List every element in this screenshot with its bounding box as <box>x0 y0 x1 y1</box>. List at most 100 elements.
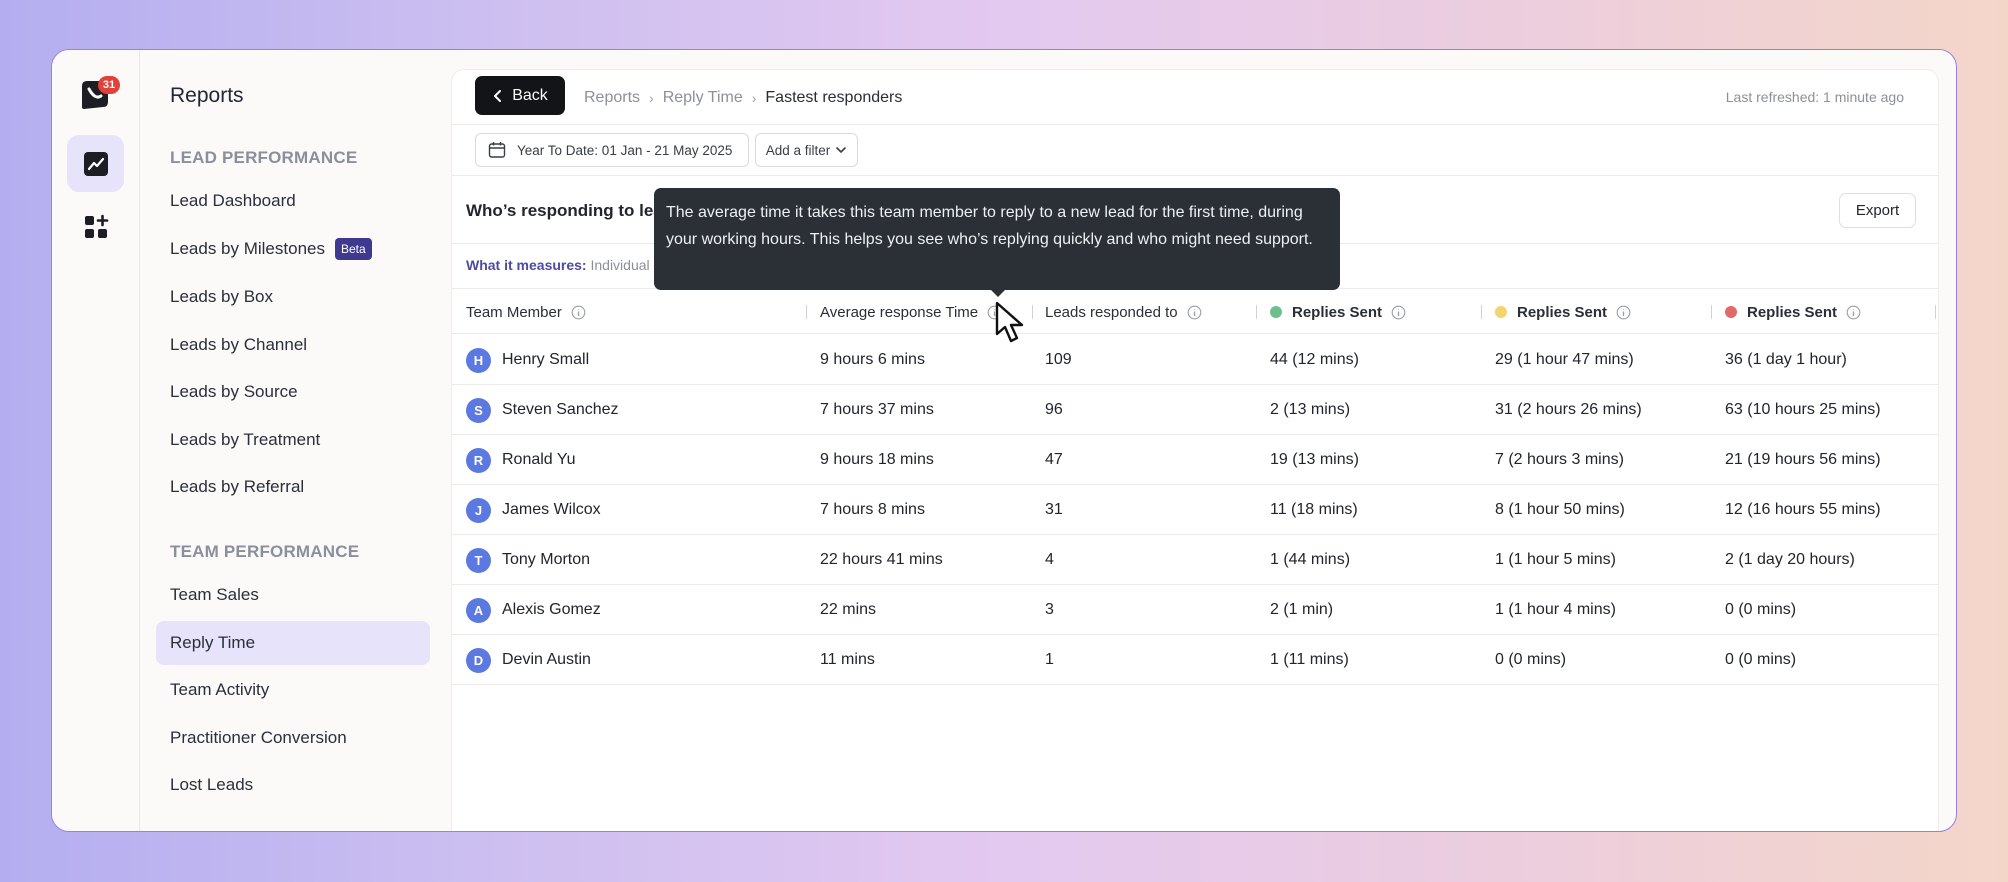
column-divider[interactable] <box>1711 305 1712 319</box>
replies-red-cell: 2 (1 day 20 hours) <box>1725 551 1855 568</box>
avg-response-cell: 22 mins <box>820 601 877 618</box>
member-name: James Wilcox <box>502 501 601 518</box>
app-window: 31 Reports LEAD PERFORMANCE Lead Dashboa… <box>51 49 1957 832</box>
sidebar-item-lost-leads[interactable]: Lost Leads <box>156 763 430 807</box>
info-icon[interactable] <box>1616 305 1631 320</box>
mouse-cursor-icon <box>995 301 1024 343</box>
replies-red-cell: 0 (0 mins) <box>1725 601 1797 618</box>
info-icon[interactable] <box>1391 305 1406 320</box>
replies-yellow-cell: 29 (1 hour 47 mins) <box>1495 351 1634 368</box>
breadcrumb-current: Fastest responders <box>765 88 903 106</box>
column-replies-sent-red[interactable]: Replies Sent <box>1725 289 1861 335</box>
column-label: Replies Sent <box>1292 303 1383 321</box>
table-row[interactable]: R Ronald Yu 9 hours 18 mins 47 19 (13 min… <box>452 435 1938 485</box>
sidebar-item-practitioner-conversion[interactable]: Practitioner Conversion <box>156 716 430 760</box>
member-name: Henry Small <box>502 351 590 368</box>
table-row[interactable]: S Steven Sanchez 7 hours 37 mins 96 2 (13… <box>452 385 1938 435</box>
table-header: Team Member Average response Time Leads … <box>452 288 1938 334</box>
replies-green-cell: 19 (13 mins) <box>1270 451 1359 468</box>
chevron-right-icon: › <box>649 89 654 106</box>
breadcrumb-reports[interactable]: Reports <box>584 89 640 107</box>
red-dot-icon <box>1725 306 1737 318</box>
replies-yellow-cell: 31 (2 hours 26 mins) <box>1495 401 1642 418</box>
member-name: Ronald Yu <box>502 451 576 468</box>
avg-response-cell: 22 hours 41 mins <box>820 551 943 568</box>
breadcrumb: Reports › Reply Time › Fastest responder… <box>584 70 902 125</box>
reports-sidebar: Reports LEAD PERFORMANCE Lead Dashboard … <box>140 50 440 831</box>
column-label: Leads responded to <box>1045 303 1178 321</box>
column-label: Replies Sent <box>1517 303 1608 321</box>
add-filter-label: Add a filter <box>765 142 831 158</box>
sidebar-item-leads-by-box[interactable]: Leads by Box <box>156 275 430 319</box>
tooltip-arrow <box>990 289 1006 297</box>
replies-red-cell: 36 (1 day 1 hour) <box>1725 351 1847 368</box>
column-replies-sent-yellow[interactable]: Replies Sent <box>1495 289 1631 335</box>
sidebar-item-leads-by-treatment[interactable]: Leads by Treatment <box>156 418 430 462</box>
column-divider[interactable] <box>806 305 807 319</box>
column-replies-sent-green[interactable]: Replies Sent <box>1270 289 1406 335</box>
replies-green-cell: 11 (18 mins) <box>1270 501 1358 518</box>
apps-nav-button[interactable] <box>67 198 124 255</box>
breadcrumb-reply-time[interactable]: Reply Time <box>663 89 743 107</box>
avatar: T <box>466 547 491 573</box>
chevron-left-icon <box>494 89 502 102</box>
back-button[interactable]: Back <box>475 76 565 115</box>
sidebar-item-team-activity[interactable]: Team Activity <box>156 668 430 712</box>
sidebar-item-label: Leads by Treatment <box>170 430 321 449</box>
date-range-button[interactable]: Year To Date: 01 Jan - 21 May 2025 <box>475 133 749 167</box>
sidebar-item-team-sales[interactable]: Team Sales <box>156 573 430 617</box>
table-row[interactable]: J James Wilcox 7 hours 8 mins 31 11 (18 m… <box>452 485 1938 535</box>
member-name: Devin Austin <box>502 651 591 668</box>
replies-yellow-cell: 8 (1 hour 50 mins) <box>1495 501 1625 518</box>
sidebar-item-label: Lead Dashboard <box>170 191 296 210</box>
add-filter-button[interactable]: Add a filter <box>755 133 858 167</box>
avatar: S <box>466 397 491 423</box>
table-row[interactable]: D Devin Austin 11 mins 1 1 (11 mins) 0 (0… <box>452 635 1938 685</box>
replies-yellow-cell: 7 (2 hours 3 mins) <box>1495 451 1624 468</box>
sidebar-item-leads-by-source[interactable]: Leads by Source <box>156 370 430 414</box>
sidebar-item-lead-dashboard[interactable]: Lead Dashboard <box>156 179 430 223</box>
replies-green-cell: 44 (12 mins) <box>1270 351 1359 368</box>
column-divider[interactable] <box>1256 305 1257 319</box>
sidebar-item-leads-by-milestones[interactable]: Leads by Milestones Beta <box>156 227 430 271</box>
section-team-performance: TEAM PERFORMANCE <box>170 542 360 561</box>
card-title: Who’s responding to leads <box>466 201 666 220</box>
column-average-response-time[interactable]: Average response Time <box>820 289 1002 335</box>
table-row[interactable]: H Henry Small 9 hours 6 mins 109 44 (12 m… <box>452 335 1938 385</box>
member-cell: A Alexis Gomez <box>466 585 601 635</box>
table-row[interactable]: T Tony Morton 22 hours 41 mins 4 1 (44 mi… <box>452 535 1938 585</box>
chart-icon <box>83 151 108 176</box>
leads-cell: 109 <box>1045 351 1072 368</box>
member-cell: T Tony Morton <box>466 535 590 585</box>
avg-response-cell: 7 hours 37 mins <box>820 401 934 418</box>
column-label: Average response Time <box>820 303 979 321</box>
avatar: J <box>466 497 491 523</box>
avatar: A <box>466 597 491 623</box>
green-dot-icon <box>1270 306 1282 318</box>
reports-nav-button[interactable] <box>67 135 124 192</box>
leads-cell: 1 <box>1045 651 1054 668</box>
export-button[interactable]: Export <box>1839 193 1916 228</box>
info-icon[interactable] <box>571 305 586 320</box>
replies-red-cell: 21 (19 hours 56 mins) <box>1725 451 1881 468</box>
last-refreshed: Last refreshed: 1 minute ago <box>1725 89 1904 105</box>
calendar-icon <box>488 142 506 158</box>
table-row[interactable]: A Alexis Gomez 22 mins 3 2 (1 min) 1 (1 h… <box>452 585 1938 635</box>
column-divider[interactable] <box>1935 305 1936 319</box>
info-icon[interactable] <box>1846 305 1861 320</box>
sidebar-item-leads-by-referral[interactable]: Leads by Referral <box>156 465 430 509</box>
sidebar-item-reply-time[interactable]: Reply Time <box>156 621 430 665</box>
column-team-member[interactable]: Team Member <box>466 289 586 335</box>
avg-response-cell: 9 hours 6 mins <box>820 351 925 368</box>
column-divider[interactable] <box>1481 305 1482 319</box>
member-name: Tony Morton <box>502 551 591 568</box>
sidebar-item-label: Leads by Source <box>170 382 298 401</box>
measures-description: What it measures: Individual <box>466 257 666 273</box>
info-icon[interactable] <box>1187 305 1202 320</box>
sidebar-item-label: Team Sales <box>170 585 259 604</box>
section-lead-performance: LEAD PERFORMANCE <box>170 148 358 167</box>
column-leads-responded[interactable]: Leads responded to <box>1045 289 1202 335</box>
member-cell: J James Wilcox <box>466 485 601 535</box>
replies-green-cell: 1 (44 mins) <box>1270 551 1351 568</box>
sidebar-item-leads-by-channel[interactable]: Leads by Channel <box>156 323 430 367</box>
